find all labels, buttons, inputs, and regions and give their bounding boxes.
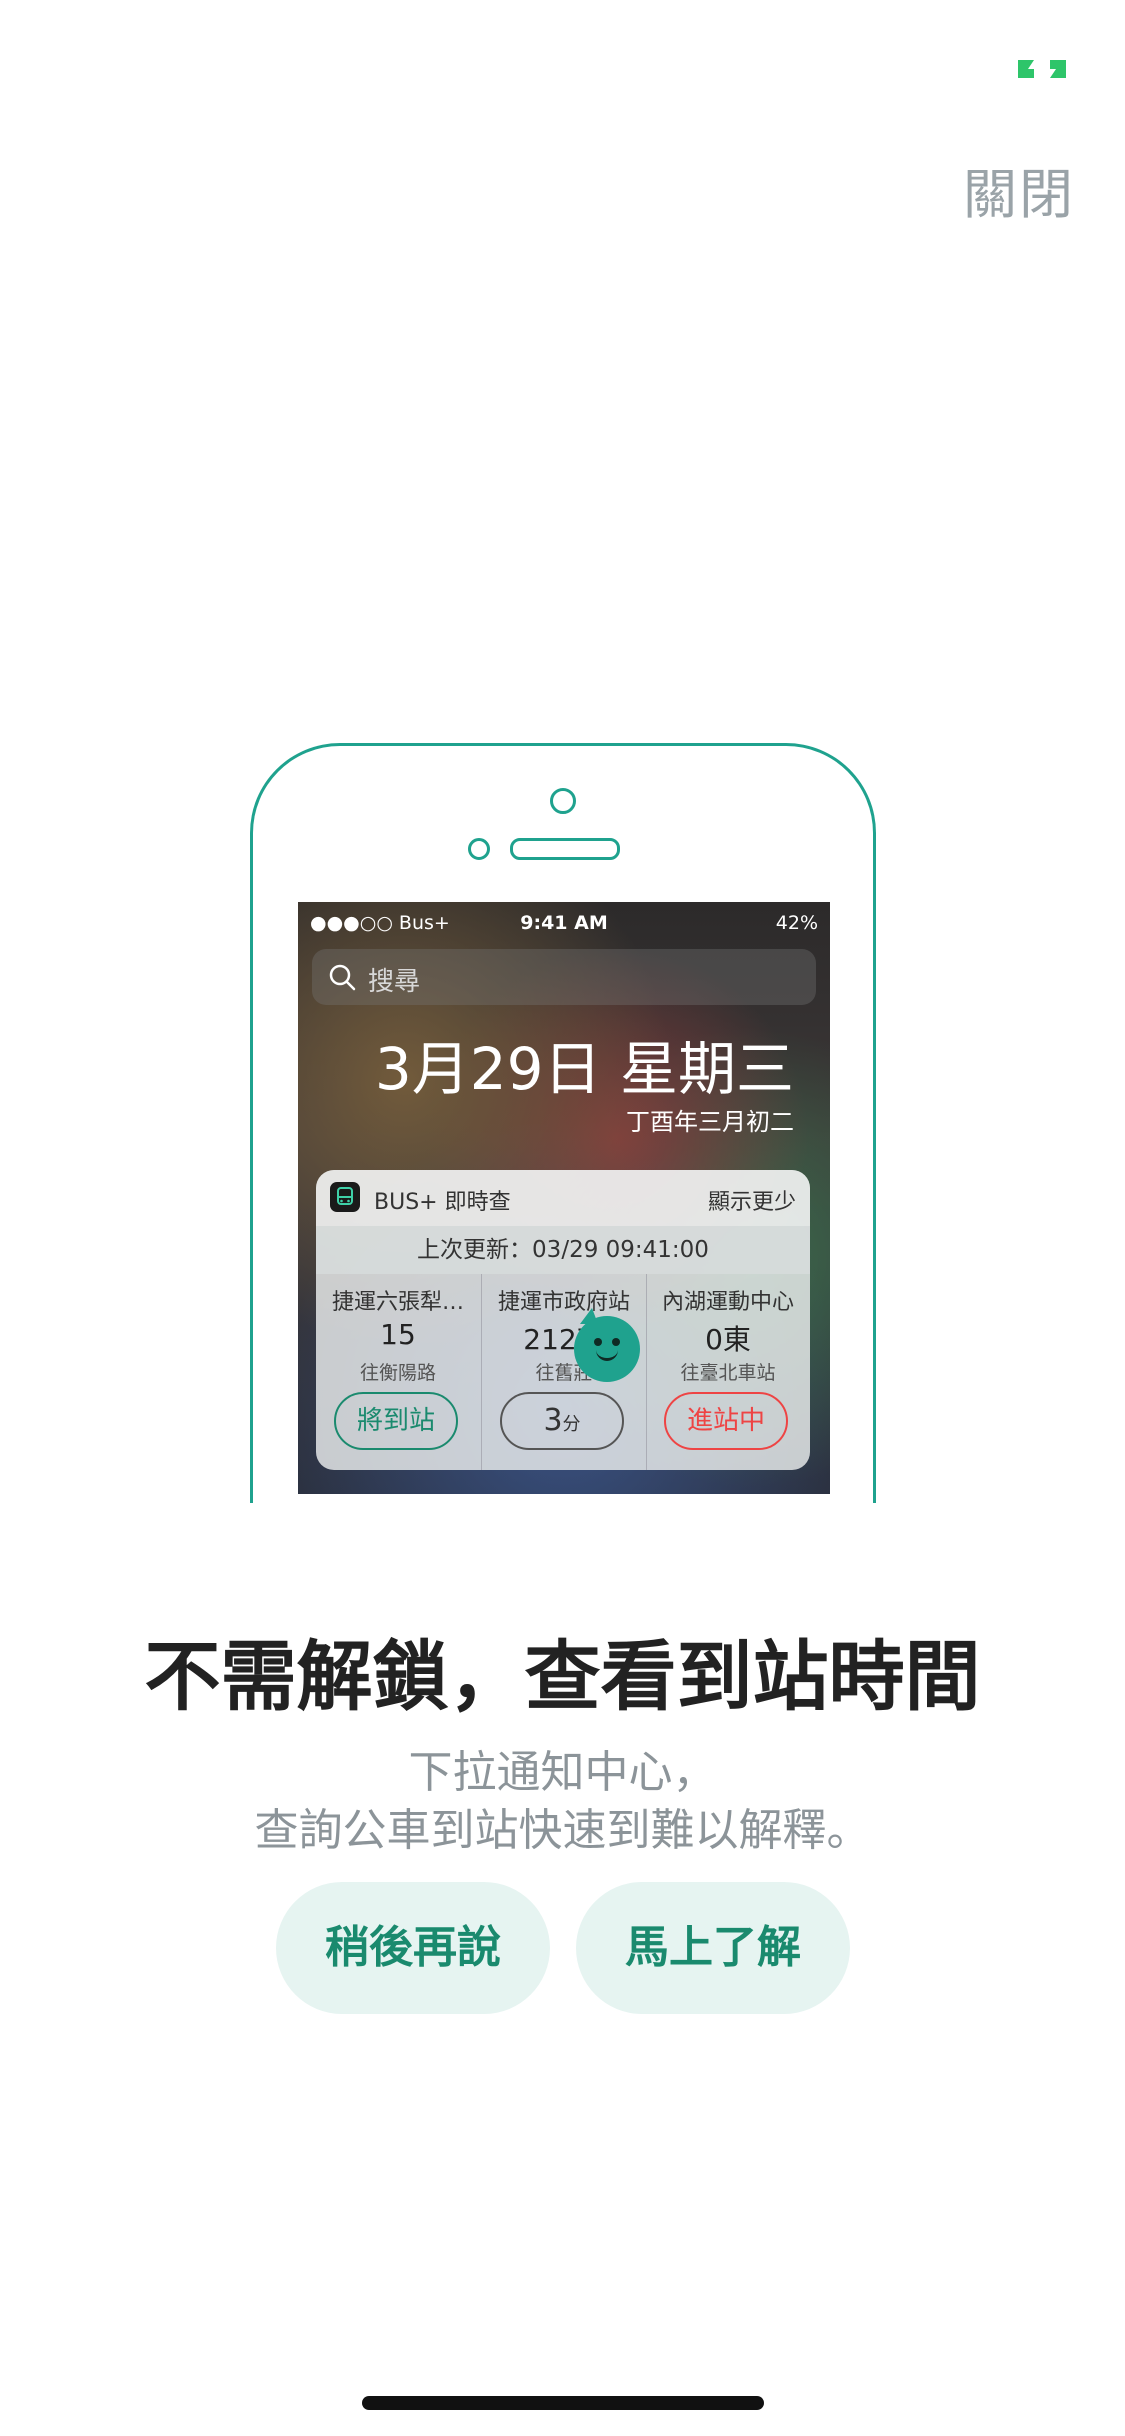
stop-name: 捷運六張犁… <box>331 1290 464 1315</box>
widget-title: BUS+ 即時查 <box>374 1190 511 1215</box>
show-less-button: 顯示更少 <box>707 1190 796 1215</box>
status-indicator-icon <box>1018 60 1066 78</box>
lock-screen-preview: ●●●○○ Bus+ 9:41 AM 42% 搜尋 3月29日 星期三 丁酉年三… <box>298 902 830 1494</box>
mascot-eye <box>594 1338 602 1346</box>
status-bar-time: 9:41 AM <box>520 912 608 934</box>
eta-badge: 將到站 <box>334 1392 458 1450</box>
phone-sensor <box>468 838 490 860</box>
learn-more-button[interactable]: 馬上了解 <box>576 1882 850 2014</box>
stop-column: 捷運六張犁… 15 往衡陽路 將到站 <box>316 1274 480 1470</box>
eta-unit: 分 <box>562 1414 581 1435</box>
search-icon <box>329 964 356 991</box>
route-number: 15 <box>380 1318 416 1351</box>
search-placeholder: 搜尋 <box>368 967 421 997</box>
bus-app-icon <box>330 1182 360 1212</box>
search-bar: 搜尋 <box>312 949 816 1005</box>
home-indicator[interactable] <box>362 2396 764 2410</box>
stop-name: 內湖運動中心 <box>661 1290 794 1315</box>
stop-name: 捷運市政府站 <box>497 1290 630 1315</box>
lunar-date: 丁酉年三月初二 <box>626 1108 794 1136</box>
mascot-eye <box>612 1338 620 1346</box>
route-destination: 往臺北車站 <box>680 1362 776 1384</box>
lock-screen-date: 3月29日 星期三 <box>374 1035 794 1103</box>
phone-speaker <box>510 838 620 860</box>
route-number: 0東 <box>705 1323 751 1356</box>
subtext-line-1: 下拉通知中心， <box>408 1747 717 1798</box>
bus-widget: BUS+ 即時查 顯示更少 上次更新：03/29 09:41:00 捷運六張犁…… <box>316 1170 810 1470</box>
mascot-icon <box>574 1316 640 1382</box>
status-bar-battery: 42% <box>775 912 818 934</box>
mascot-smile <box>596 1348 618 1361</box>
headline: 不需解鎖，查看到站時間 <box>144 1632 981 1721</box>
phone-camera <box>550 788 576 814</box>
eta-value: 3 <box>543 1403 563 1438</box>
later-button[interactable]: 稍後再說 <box>276 1882 550 2014</box>
last-update-text: 上次更新：03/29 09:41:00 <box>316 1226 810 1274</box>
close-button[interactable]: 關閉 <box>963 150 1075 229</box>
eta-badge: 3分 <box>500 1392 624 1450</box>
widget-header: BUS+ 即時查 顯示更少 <box>316 1170 810 1226</box>
subtext-line-2: 查詢公車到站快速到難以解釋。 <box>254 1805 871 1856</box>
stop-column: 內湖運動中心 0東 往臺北車站 進站中 <box>646 1274 810 1470</box>
route-destination: 往衡陽路 <box>359 1362 436 1384</box>
eta-badge: 進站中 <box>664 1392 788 1450</box>
